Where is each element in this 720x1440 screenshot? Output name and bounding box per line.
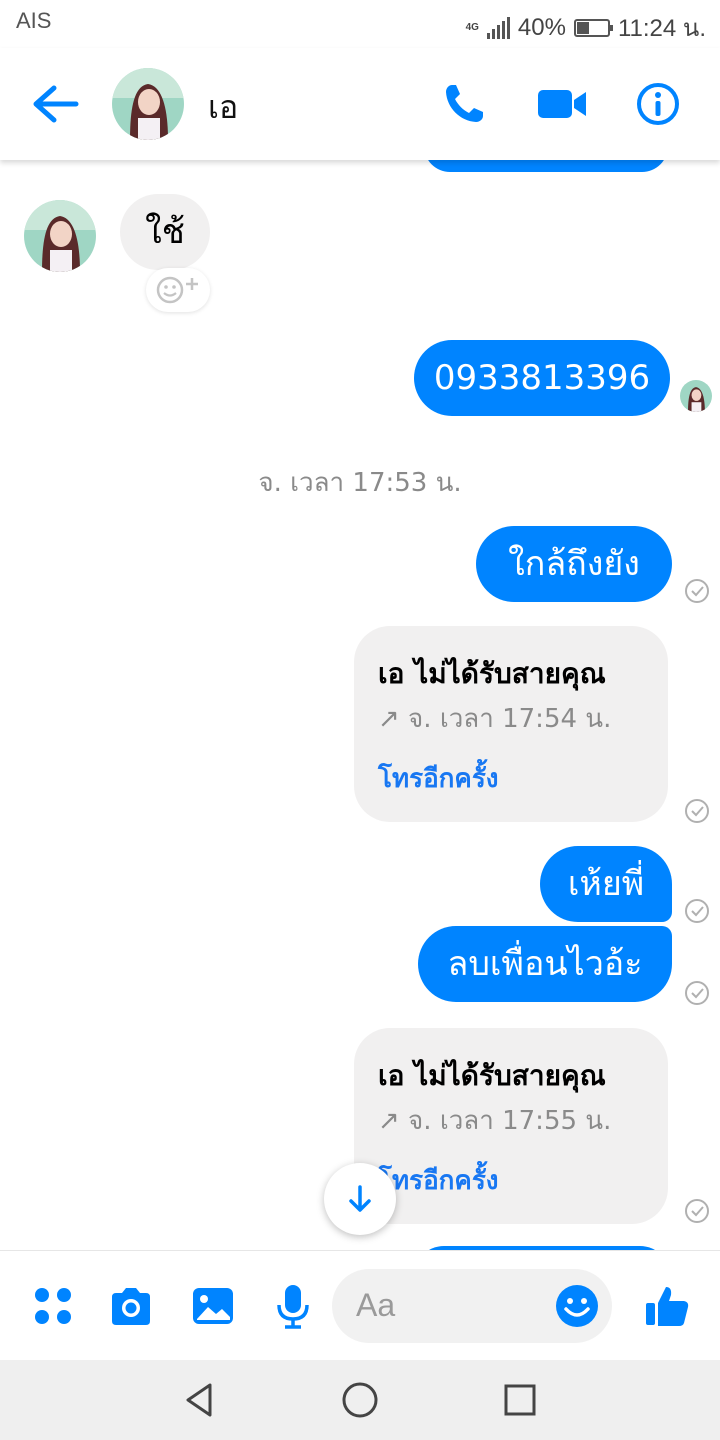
emoji-icon[interactable] bbox=[554, 1283, 600, 1329]
missed-call-card: เอ ไม่ได้รับสายคุณ ↗ จ. เวลา 17:54 น. โท… bbox=[354, 626, 668, 822]
missed-call-title: เอ ไม่ได้รับสายคุณ bbox=[378, 1059, 606, 1092]
delivered-check-icon bbox=[685, 1199, 709, 1223]
arrow-down-icon bbox=[349, 1185, 371, 1212]
delivered-check-icon bbox=[685, 799, 709, 823]
delivered-check-icon bbox=[685, 579, 709, 603]
battery-percent: 40% bbox=[517, 13, 566, 41]
status-bar: AIS 4G 40% 11:24 น. bbox=[0, 0, 720, 48]
system-nav-bar bbox=[0, 1360, 720, 1440]
call-again-link[interactable]: โทรอีกครั้ง bbox=[378, 758, 498, 799]
back-arrow-icon[interactable] bbox=[30, 82, 80, 126]
message-input[interactable]: Aa bbox=[332, 1269, 612, 1343]
delivered-check-icon bbox=[685, 899, 709, 923]
outgoing-message[interactable]: ลบเพื่อนไวอ้ะ bbox=[418, 926, 672, 1002]
missed-call-time: ↗ จ. เวลา 17:54 น. bbox=[378, 704, 612, 734]
add-reaction-button[interactable] bbox=[146, 268, 210, 312]
home-nav-icon[interactable] bbox=[340, 1380, 380, 1420]
scroll-to-bottom-button[interactable] bbox=[324, 1163, 396, 1235]
missed-call-card: เอ ไม่ได้รับสายคุณ ↗ จ. เวลา 17:55 น. โท… bbox=[354, 1028, 668, 1224]
status-indicators: 4G 40% 11:24 น. bbox=[466, 8, 706, 47]
like-icon[interactable] bbox=[644, 1283, 690, 1329]
incoming-message[interactable]: ใช้ bbox=[120, 194, 210, 270]
video-camera-icon[interactable] bbox=[536, 80, 588, 128]
outgoing-message[interactable]: 0933813396 bbox=[414, 340, 670, 416]
timestamp-divider: จ. เวลา 17:53 น. bbox=[258, 468, 462, 498]
chat-header: เอ bbox=[0, 48, 720, 160]
delivered-check-icon bbox=[685, 981, 709, 1005]
info-icon[interactable] bbox=[634, 80, 682, 128]
network-type: 4G bbox=[465, 21, 479, 33]
call-again-link[interactable]: โทรอีกครั้ง bbox=[378, 1160, 498, 1201]
missed-call-time: ↗ จ. เวลา 17:55 น. bbox=[378, 1106, 612, 1136]
contact-avatar[interactable] bbox=[112, 68, 184, 140]
add-reaction-icon bbox=[156, 276, 198, 304]
signal-icon bbox=[486, 16, 510, 39]
battery-icon bbox=[573, 18, 613, 37]
carrier-label: AIS bbox=[16, 8, 52, 33]
partial-outgoing-bubble bbox=[424, 160, 668, 172]
gallery-icon[interactable] bbox=[190, 1283, 236, 1329]
recents-nav-icon[interactable] bbox=[500, 1380, 540, 1420]
outgoing-message[interactable]: เห้ยพี่ bbox=[540, 846, 672, 922]
clock: 11:24 น. bbox=[617, 15, 706, 42]
conversation-area[interactable]: ใช้ 0933813396 จ. เวลา 17:53 น. ใกล้ถึงย… bbox=[0, 160, 720, 1250]
contact-name: เอ bbox=[208, 88, 239, 126]
message-placeholder: Aa bbox=[356, 1287, 396, 1323]
missed-call-title: เอ ไม่ได้รับสายคุณ bbox=[378, 657, 606, 690]
microphone-icon[interactable] bbox=[270, 1283, 316, 1329]
outgoing-message[interactable]: ใกล้ถึงยัง bbox=[476, 526, 672, 602]
back-nav-icon[interactable] bbox=[180, 1380, 220, 1420]
sender-avatar[interactable] bbox=[24, 200, 96, 272]
seen-avatar bbox=[680, 380, 712, 412]
menu-dots-icon[interactable] bbox=[30, 1283, 76, 1329]
camera-icon[interactable] bbox=[108, 1283, 154, 1329]
message-composer: Aa bbox=[0, 1250, 720, 1360]
phone-icon[interactable] bbox=[440, 80, 488, 128]
